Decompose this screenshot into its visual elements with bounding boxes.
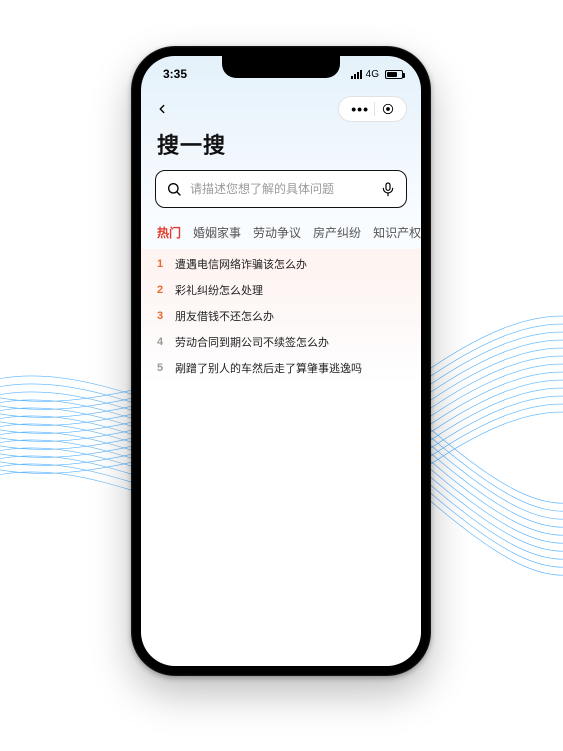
hot-text: 遭遇电信网络诈骗该怎么办 [175,256,307,272]
tab-ip[interactable]: 知识产权 [373,224,421,241]
page-title: 搜一搜 [141,126,421,170]
status-right: 4G [351,69,403,80]
chevron-left-icon [155,102,169,116]
search-box[interactable] [155,170,407,208]
search-input[interactable] [190,182,372,196]
phone-frame: 3:35 4G ••• [131,46,431,676]
hot-item[interactable]: 5 剐蹭了别人的车然后走了算肇事逃逸吗 [157,355,405,381]
network-label: 4G [366,69,379,80]
hot-search-list: 1 遭遇电信网络诈骗该怎么办 2 彩礼纠纷怎么处理 3 朋友借钱不还怎么办 4 … [141,249,421,383]
hot-rank: 2 [157,284,167,296]
category-tabs: 热门 婚姻家事 劳动争议 房产纠纷 知识产权 刑 [141,208,421,249]
search-icon [166,181,182,197]
signal-icon [351,70,362,79]
tab-marriage[interactable]: 婚姻家事 [193,224,241,241]
hot-item[interactable]: 3 朋友借钱不还怎么办 [157,303,405,329]
voice-input-button[interactable] [380,181,396,197]
microphone-icon [380,181,396,197]
phone-screen: 3:35 4G ••• [141,56,421,666]
hot-text: 劳动合同到期公司不续签怎么办 [175,334,329,350]
target-icon [381,102,395,116]
hot-text: 彩礼纠纷怎么处理 [175,282,263,298]
battery-icon [385,70,403,79]
status-time: 3:35 [163,67,187,81]
hot-rank: 5 [157,362,167,374]
miniprogram-capsule: ••• [338,96,407,122]
hot-text: 剐蹭了别人的车然后走了算肇事逃逸吗 [175,360,362,376]
hot-item[interactable]: 2 彩礼纠纷怎么处理 [157,277,405,303]
back-button[interactable] [155,100,173,118]
tab-labor[interactable]: 劳动争议 [253,224,301,241]
tab-realestate[interactable]: 房产纠纷 [313,224,361,241]
hot-rank: 4 [157,336,167,348]
close-button[interactable] [375,102,399,116]
tab-hot[interactable]: 热门 [157,224,181,241]
phone-notch [222,56,340,78]
hot-text: 朋友借钱不还怎么办 [175,308,274,324]
hot-rank: 1 [157,258,167,270]
hot-rank: 3 [157,310,167,322]
nav-bar: ••• [141,86,421,126]
more-button[interactable]: ••• [346,101,374,117]
hot-item[interactable]: 1 遭遇电信网络诈骗该怎么办 [157,251,405,277]
hot-item[interactable]: 4 劳动合同到期公司不续签怎么办 [157,329,405,355]
